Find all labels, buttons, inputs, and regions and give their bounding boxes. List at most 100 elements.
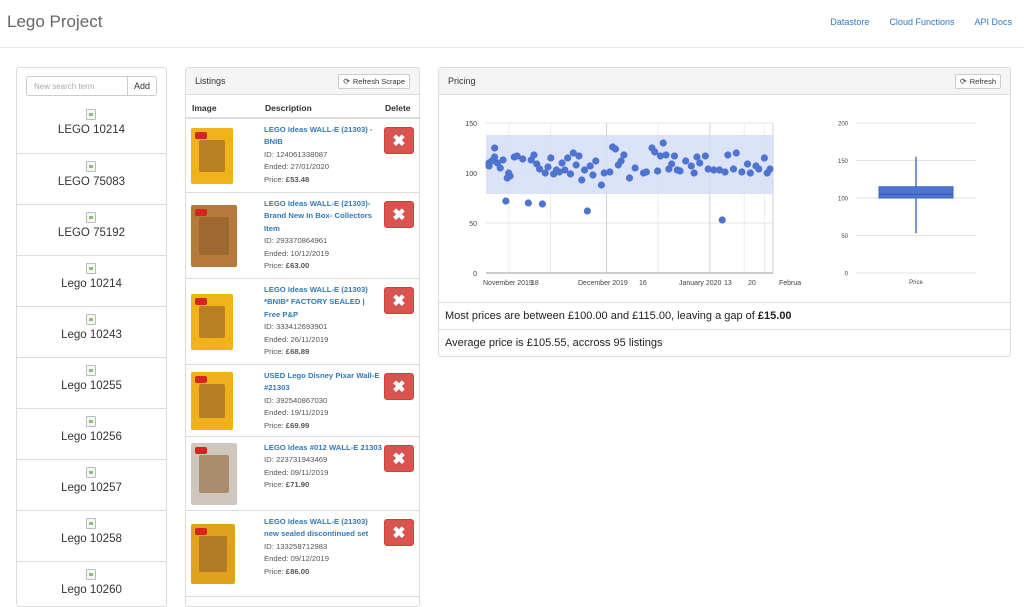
data-point [538,200,546,208]
broken-image-icon [86,569,96,580]
data-point [760,154,768,162]
data-point [589,171,597,179]
listing-price-value: £69.99 [285,420,310,430]
delete-listing-button[interactable]: ✖ [384,373,414,400]
add-button[interactable]: Add [127,76,157,96]
listing-price-value: £53.48 [285,174,310,184]
listing-row: LEGO Ideas #012 WALL-E 21303 ID: 22373194… [186,437,419,511]
listing-price: Price: £86.00 [264,566,382,578]
refresh-icon: ⟳ [343,77,350,86]
data-point [631,164,639,172]
refresh-scrape-button[interactable]: ⟳ Refresh Scrape [338,74,410,89]
delete-listing-button[interactable]: ✖ [384,287,414,314]
set-list-item[interactable]: Lego 10256 [17,408,166,459]
set-list-item[interactable]: LEGO 75083 [17,153,166,204]
search-term-input[interactable] [26,76,127,96]
set-list-item[interactable]: Lego 10243 [17,306,166,357]
column-delete: Delete [385,103,411,113]
listing-price-label: Price: [264,480,286,490]
average-price-summary: Average price is £105.55, accross 95 lis… [439,329,1010,356]
listing-price: Price: £71.90 [264,479,382,491]
set-list-item[interactable]: LEGO 10214 [17,102,166,153]
pricing-refresh-button[interactable]: ⟳ Refresh [955,74,1001,89]
set-list-item[interactable]: Lego 10260 [17,561,166,606]
app-title[interactable]: Lego Project [7,12,102,32]
listing-title-link[interactable]: USED Lego Disney Pixar Wall-E #21303 [264,370,382,395]
data-point [738,168,746,176]
broken-image-icon [86,161,96,172]
listing-ended: Ended: 19/11/2019 [264,408,329,418]
listing-ended: Ended: 27/01/2020 [264,162,329,172]
data-point [687,162,695,170]
y-tick-label: 150 [838,159,849,165]
set-list-item[interactable]: Lego 10258 [17,510,166,561]
delete-listing-button[interactable]: ✖ [384,445,414,472]
listings-panel-header: Listings ⟳ Refresh Scrape [186,68,419,95]
listing-title-link[interactable]: LEGO Ideas #012 WALL-E 21303 [264,442,382,454]
listing-title-link[interactable]: LEGO Ideas WALL-E (21303)- Brand New In … [264,198,382,235]
close-icon: ✖ [392,450,406,468]
nav-cloud-functions-link[interactable]: Cloud Functions [889,17,954,27]
data-point [606,168,614,176]
price-scatter-chart: 0 50 100 150 November 201918 December 2019 16 J… [465,121,801,287]
data-point [502,197,510,205]
set-label: LEGO 10214 [57,124,126,136]
set-label: Lego 10243 [61,329,122,341]
listing-title-link[interactable]: LEGO Ideas WALL-E (21303) *BNIB* FACTORY… [264,284,382,321]
y-tick-label: 0 [845,272,849,278]
set-list-item[interactable]: Lego 10257 [17,459,166,510]
listing-title-link[interactable]: LEGO Ideas WALL-E (21303) new sealed dis… [264,516,382,541]
data-point [566,170,575,178]
box-iqr [878,186,954,199]
set-label: LEGO 75083 [57,176,126,188]
listing-price-label: Price: [264,420,286,430]
data-point [659,139,667,147]
listing-row: LEGO Ideas WALL-E (21303)- Brand New In … [186,193,419,279]
refresh-scrape-label: Refresh Scrape [352,77,405,86]
listing-row: LEGO Ideas WALL-E (21303) *BNIB* FACTORY… [186,279,419,365]
data-point [654,167,662,175]
listing-id: ID: 223731943469 [264,455,328,465]
data-point [732,149,740,157]
data-point [586,162,594,170]
price-gap-text: Most prices are between £100.00 and £115… [445,310,758,322]
data-point [724,151,732,159]
data-point [597,181,605,189]
x-tick-label: 20 [748,280,756,287]
listing-ended: Ended: 26/11/2019 [264,334,329,344]
set-list-item[interactable]: Lego 10255 [17,357,166,408]
nav-api-docs-link[interactable]: API Docs [974,17,1012,27]
column-description: Description [265,103,312,113]
broken-image-icon [86,416,96,427]
listing-description: LEGO Ideas WALL-E (21303) *BNIB* FACTORY… [264,284,382,358]
listing-ended: Ended: 09/12/2019 [264,554,329,564]
pricing-title: Pricing [448,76,476,86]
x-tick-label: January 2020 [679,280,722,287]
data-point [575,152,583,160]
pricing-panel-header: Pricing ⟳ Refresh [439,68,1010,95]
y-tick-label: 0 [473,271,477,278]
set-list-item[interactable]: Lego 10214 [17,255,166,306]
price-box-plot: 0 50 100 150 200 Price [838,122,976,286]
listing-thumbnail [191,524,239,584]
listing-row: LEGO Ideas WALL-E (21303) - BNIB ID: 1240… [186,119,419,193]
data-point [718,216,726,224]
data-point [701,152,709,160]
set-list-item[interactable]: LEGO 75192 [17,204,166,255]
data-point [625,174,634,182]
delete-listing-button[interactable]: ✖ [384,201,414,228]
data-point [544,163,552,171]
y-tick-label: 200 [838,122,849,128]
listing-id: ID: 293370864961 [264,236,328,246]
listings-panel: Listings ⟳ Refresh Scrape Image Descript… [185,67,420,607]
data-point [564,154,572,162]
data-point [766,165,774,173]
data-point [746,169,754,177]
delete-listing-button[interactable]: ✖ [384,519,414,546]
delete-listing-button[interactable]: ✖ [384,127,414,154]
listing-price-value: £63.00 [285,261,310,271]
listing-title-link[interactable]: LEGO Ideas WALL-E (21303) - BNIB [264,124,382,149]
x-tick-label: 13 [724,280,732,287]
data-point [676,167,684,175]
nav-datastore-link[interactable]: Datastore [830,17,869,27]
